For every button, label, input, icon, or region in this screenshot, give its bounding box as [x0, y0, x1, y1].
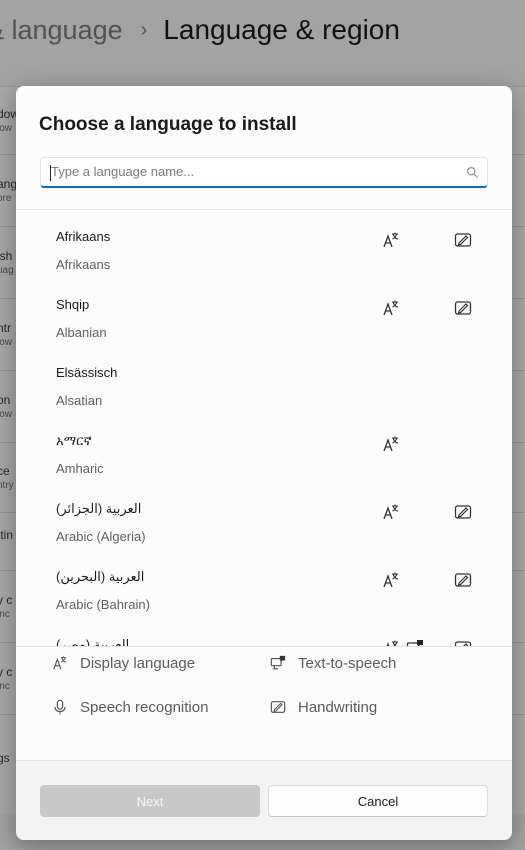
background-setting-title: ttin — [0, 528, 14, 542]
dialog-title: Choose a language to install — [39, 114, 297, 135]
legend-text-to-speech-label: Text-to-speech — [298, 654, 397, 672]
language-english-name: Arabic (Bahrain) — [56, 597, 150, 612]
microphone-icon — [54, 699, 66, 715]
install-language-dialog: Choose a language to install AfrikaansAf… — [16, 86, 512, 840]
language-list-item[interactable]: العربية (الجزائر) Arabic (Algeria) — [16, 488, 512, 556]
text-to-speech-icon — [270, 655, 286, 670]
handwriting-icon — [454, 639, 472, 646]
background-setting-subtitle: ntry — [0, 480, 14, 491]
language-search-input[interactable] — [51, 164, 451, 179]
background-setting-subtitle: inc — [0, 609, 10, 620]
background-setting-subtitle: low — [0, 409, 13, 420]
display-language-icon — [382, 231, 400, 249]
language-english-name: Arabic (Algeria) — [56, 529, 146, 544]
background-setting-title: y c — [0, 665, 13, 679]
handwriting-icon — [454, 299, 472, 317]
background-setting-title: ntr — [0, 321, 12, 335]
display-language-icon — [382, 503, 400, 521]
language-native-name: العربية (مصر) — [56, 637, 130, 646]
dialog-footer: Next Cancel — [16, 760, 512, 840]
handwriting-icon — [454, 231, 472, 249]
search-icon[interactable] — [466, 166, 479, 179]
legend-speech-recognition: Speech recognition — [52, 696, 208, 718]
page-title: Language & region — [163, 14, 400, 45]
background-setting-title: gs — [0, 751, 10, 765]
next-button[interactable]: Next — [40, 785, 260, 817]
legend-handwriting-label: Handwriting — [298, 698, 378, 716]
display-language-icon — [53, 656, 67, 670]
cancel-button[interactable]: Cancel — [268, 785, 488, 817]
language-list-item[interactable]: العربية (البحرين) Arabic (Bahrain) — [16, 556, 512, 624]
language-list[interactable]: Afrikaans Afrikaans Shqip Albanian Elsässisc… — [16, 210, 512, 646]
feature-legend: Display language Text-to-speech Speech r… — [16, 647, 512, 759]
language-list-item[interactable]: Afrikaans Afrikaans — [16, 216, 512, 284]
background-setting-title: on — [0, 393, 11, 407]
handwriting-icon — [454, 503, 472, 521]
handwriting-icon — [454, 571, 472, 589]
language-english-name: Alsatian — [56, 393, 103, 408]
language-native-name: Elsässisch — [56, 365, 118, 380]
language-native-name: Shqip — [56, 297, 90, 312]
language-list-item[interactable]: Shqip Albanian — [16, 284, 512, 352]
language-list-item[interactable]: العربية (مصر) — [16, 624, 512, 646]
language-native-name: العربية (البحرين) — [56, 569, 145, 584]
background-setting-title: y c — [0, 593, 13, 607]
text-caret — [50, 165, 51, 181]
display-language-icon — [382, 299, 400, 317]
language-native-name: Afrikaans — [56, 229, 111, 244]
background-setting-subtitle: uag — [0, 265, 14, 276]
background-setting-subtitle: low — [0, 123, 13, 134]
legend-display-language-label: Display language — [80, 654, 196, 672]
breadcrumb-parent[interactable]: & language — [0, 15, 123, 46]
background-setting-title: ce — [0, 464, 10, 478]
language-native-name: አማርኛ — [56, 433, 92, 448]
page-header: & language › Language & region — [0, 0, 525, 60]
display-language-icon — [382, 571, 400, 589]
breadcrumb-chevron-icon: › — [140, 18, 148, 41]
legend-text-to-speech: Text-to-speech — [270, 652, 396, 674]
handwriting-icon — [270, 701, 286, 713]
background-setting-title: ang — [0, 177, 18, 191]
language-list-item[interactable]: አማርኛ Amharic — [16, 420, 512, 488]
legend-handwriting: Handwriting — [270, 696, 377, 718]
language-english-name: Afrikaans — [56, 257, 111, 272]
text-to-speech-icon — [406, 639, 424, 646]
display-language-icon — [382, 435, 400, 453]
language-search-box[interactable] — [40, 157, 488, 188]
background-setting-title: ish — [0, 249, 13, 263]
legend-display-language: Display language — [52, 652, 195, 674]
background-setting-subtitle: inc — [0, 681, 10, 692]
language-english-name: Amharic — [56, 461, 104, 476]
legend-speech-recognition-label: Speech recognition — [80, 698, 209, 716]
language-native-name: العربية (الجزائر) — [56, 501, 142, 516]
background-setting-subtitle: low — [0, 337, 13, 348]
language-english-name: Albanian — [56, 325, 107, 340]
language-list-item[interactable]: Elsässisch Alsatian — [16, 352, 512, 420]
display-language-icon — [382, 639, 400, 646]
background-setting-subtitle: ore — [0, 193, 12, 204]
